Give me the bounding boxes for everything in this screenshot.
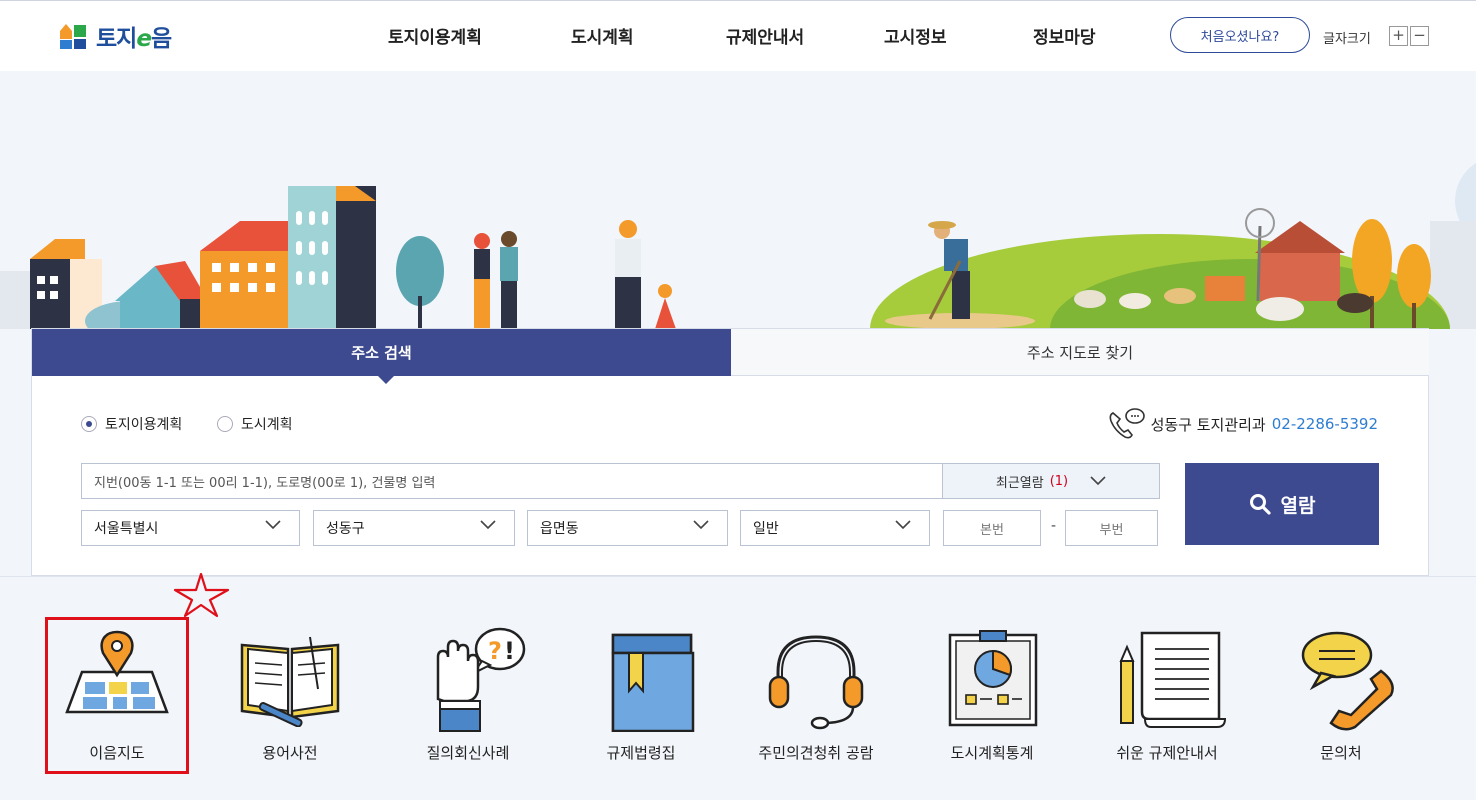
quick-item-urban-statistics[interactable]: 도시계획통계 [917, 577, 1067, 800]
first-visit-button[interactable]: 처음오셨나요? [1170, 17, 1310, 53]
town-and-farm-illustration [0, 162, 1476, 329]
quick-item-law-collection[interactable]: 규제법령집 [566, 577, 716, 800]
chevron-down-icon [895, 520, 911, 530]
tab-address-search[interactable]: 주소 검색 [32, 329, 731, 376]
radio-label: 토지이용계획 [105, 417, 183, 433]
quick-item-label: 쉬운 규제안내서 [1116, 744, 1218, 762]
quick-item-label: 주민의견청취 공람 [758, 744, 874, 762]
radio-label: 도시계획 [241, 417, 293, 433]
svg-text:!: ! [504, 637, 515, 665]
nav-info-plaza[interactable]: 정보마당 [1033, 23, 1096, 48]
view-button-label: 열람 [1280, 494, 1316, 517]
radio-button-unchecked[interactable] [217, 416, 233, 432]
contact-info: 성동구 토지관리과 02-2286-5392 [1107, 407, 1378, 441]
quick-item-contact[interactable]: 문의처 [1266, 577, 1416, 800]
sigungu-value: 성동구 [326, 521, 365, 537]
radio-urban-plan[interactable]: 도시계획 [217, 414, 293, 434]
sub-number-input[interactable]: 부번 [1065, 510, 1158, 546]
eupmyeondong-value: 읍면동 [540, 521, 579, 537]
quick-item-easy-guide[interactable]: 쉬운 규제안내서 [1092, 577, 1242, 800]
recent-label: 최근열람 [995, 475, 1044, 491]
font-decrease-button[interactable]: − [1410, 26, 1429, 46]
nav-land-use-plan[interactable]: 토지이용계획 [388, 23, 482, 48]
sigungu-select[interactable]: 성동구 [313, 510, 515, 546]
headset-icon [768, 635, 864, 730]
highlight-annotation-box [45, 617, 189, 774]
hero-illustration [0, 71, 1476, 329]
quick-item-label: 문의처 [1320, 744, 1362, 762]
svg-text:?: ? [488, 637, 502, 665]
eupmyeondong-select[interactable]: 읍면동 [527, 510, 728, 546]
land-type-value: 일반 [753, 521, 779, 537]
nav-urban-plan[interactable]: 도시계획 [571, 23, 634, 48]
phone-chat-icon [1301, 631, 1394, 731]
logo-text: 토지e음 [96, 26, 172, 52]
chevron-down-icon [480, 520, 496, 530]
quick-item-label: 도시계획통계 [950, 744, 1034, 762]
chevron-down-icon [693, 520, 709, 530]
logo-icon [60, 24, 86, 49]
quick-item-label: 질의회신사례 [426, 744, 510, 762]
recent-count: (1) [1049, 473, 1069, 489]
nav-notice-info[interactable]: 고시정보 [884, 23, 947, 48]
main-number-input[interactable]: 본번 [943, 510, 1041, 546]
star-annotation-icon [173, 572, 230, 618]
active-tab-pointer [377, 375, 395, 384]
nav-regulation-guide[interactable]: 규제안내서 [726, 23, 804, 48]
sido-value: 서울특별시 [94, 521, 159, 537]
search-icon [1249, 494, 1271, 515]
law-book-icon [611, 633, 695, 732]
quick-item-qna-cases[interactable]: ? ! 질의회신사례 [393, 577, 543, 800]
number-separator: - [1051, 518, 1057, 534]
open-book-icon [240, 636, 340, 727]
font-increase-button[interactable]: + [1389, 26, 1408, 46]
tab-find-on-map[interactable]: 주소 지도로 찾기 [731, 329, 1429, 376]
site-logo[interactable]: 토지e음 [58, 19, 172, 53]
quick-item-glossary[interactable]: 용어사전 [215, 577, 365, 800]
top-header: 토지e음 토지이용계획 도시계획 규제안내서 고시정보 정보마당 처음오셨나요?… [0, 0, 1476, 71]
sido-select[interactable]: 서울특별시 [81, 510, 300, 546]
contact-office: 성동구 토지관리과 [1150, 415, 1266, 434]
quick-item-label: 용어사전 [262, 744, 318, 762]
phone-chat-icon [1109, 408, 1145, 439]
address-search-panel: 주소 검색 주소 지도로 찾기 토지이용계획 도시계획 성동구 토지관리과 02… [31, 328, 1429, 576]
chevron-down-icon [1090, 476, 1106, 486]
address-search-input[interactable]: 지번(00동 1-1 또는 00리 1-1), 도로명(00로 1), 건물명 … [81, 463, 943, 499]
view-button[interactable]: 열람 [1185, 463, 1379, 545]
recent-views-dropdown[interactable]: 최근열람 (1) [943, 463, 1160, 499]
contact-phone[interactable]: 02-2286-5392 [1272, 415, 1378, 433]
document-pencil-icon [1119, 631, 1227, 728]
land-type-select[interactable]: 일반 [740, 510, 930, 546]
quick-item-public-hearing[interactable]: 주민의견청취 공람 [741, 577, 891, 800]
chevron-down-icon [265, 520, 281, 530]
radio-button-checked[interactable] [81, 416, 97, 432]
quick-item-label: 규제법령집 [606, 744, 676, 762]
radio-land-use-plan[interactable]: 토지이용계획 [81, 414, 182, 434]
font-size-label: 글자크기 [1323, 32, 1371, 47]
hand-question-icon: ? ! [436, 627, 526, 732]
chart-board-icon [948, 630, 1038, 727]
